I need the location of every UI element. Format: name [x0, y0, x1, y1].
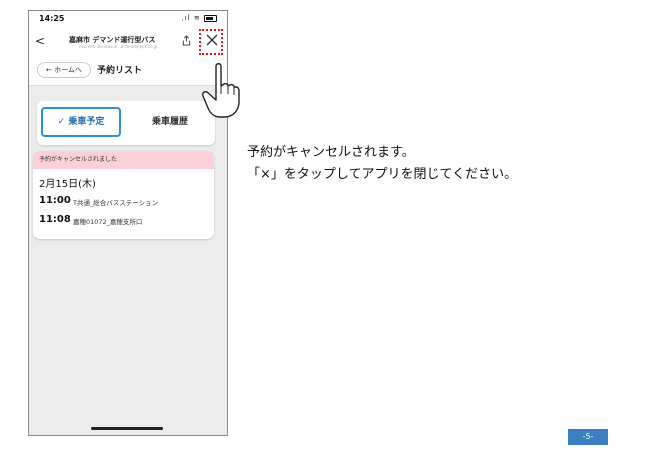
back-chevron-icon[interactable]: < — [35, 34, 45, 48]
home-indicator — [91, 427, 163, 430]
page-title: 予約リスト — [97, 66, 143, 76]
cancel-banner: 予約がキャンセルされました — [33, 151, 214, 169]
departure-stop: T共通_総合バスステーション — [73, 199, 159, 207]
arrival-stop: 嘉穂01072_嘉穂支所口 — [73, 218, 143, 226]
instruction-line-1: 予約がキャンセルされます。 — [247, 145, 415, 160]
status-bar: 14:25 .ıl ≋ — [29, 11, 227, 29]
reservation-date: 2月15日(木) — [39, 179, 96, 190]
arrival-time: 11:08 — [39, 214, 71, 225]
close-highlight-box — [199, 29, 223, 55]
reservation-card[interactable]: 予約がキャンセルされました 2月15日(木) 11:00 T共通_総合バスステー… — [33, 151, 214, 239]
departure-time: 11:00 — [39, 195, 71, 206]
instruction-line-2: 「×」をタップしてアプリを閉じてください。 — [247, 167, 518, 182]
nav-url: micmeti-life-ikasue...ochmotejhos.co.jp — [79, 44, 158, 49]
browser-nav-bar: < 嘉麻市 デマンド運行型バス micmeti-life-ikasue...oc… — [29, 29, 227, 55]
tab-upcoming[interactable]: ✓ 乗車予定 — [41, 107, 121, 137]
wifi-icon: ≋ — [193, 14, 201, 22]
battery-icon — [204, 14, 217, 22]
status-time: 14:25 — [39, 14, 65, 23]
share-icon[interactable] — [181, 35, 192, 46]
signal-icon: .ıl — [181, 14, 191, 22]
status-icons: .ıl ≋ — [182, 14, 217, 22]
page-number-badge: -5- — [568, 429, 608, 445]
pointing-hand-icon — [202, 63, 240, 118]
home-button[interactable]: ← ホームへ — [37, 62, 91, 78]
segment-control: ✓ 乗車予定 乗車履歴 — [37, 101, 215, 145]
